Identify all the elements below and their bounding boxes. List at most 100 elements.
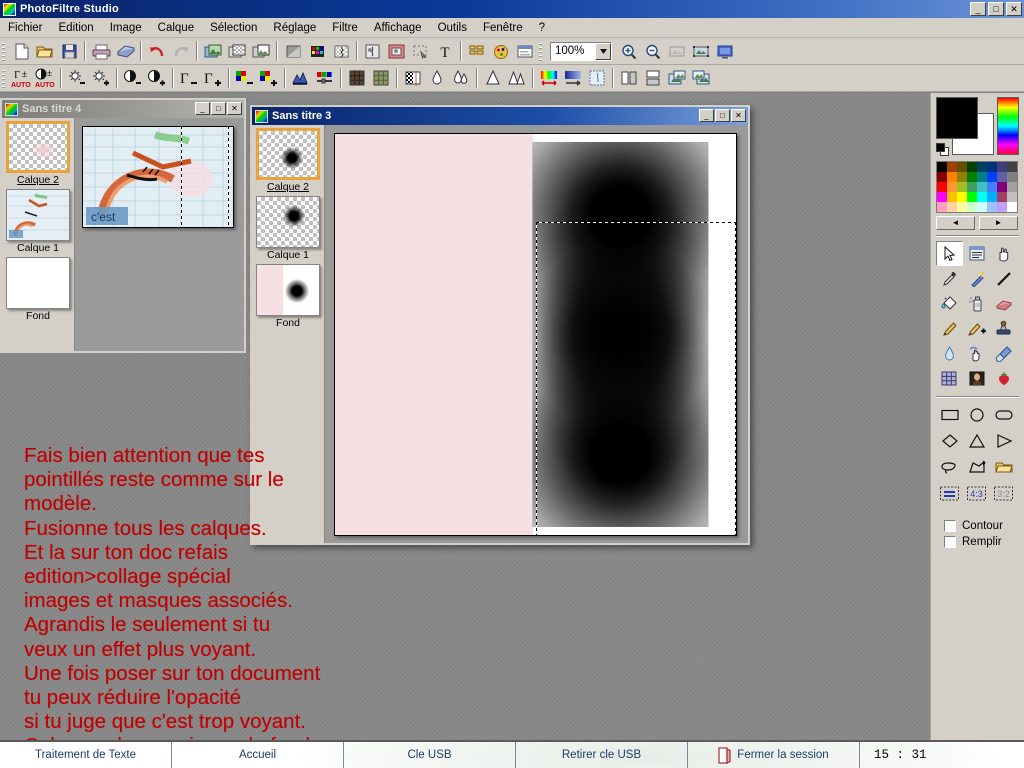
minimize-button[interactable]: _	[195, 102, 210, 115]
color-swatch[interactable]	[987, 182, 997, 192]
remplir-checkbox-row[interactable]: Remplir	[936, 536, 1019, 548]
taskbar-item-cle-usb[interactable]: Cle USB	[344, 742, 516, 768]
color-swatch[interactable]	[997, 172, 1007, 182]
menu-outils[interactable]: Outils	[430, 20, 475, 36]
screen-capture-icon[interactable]	[963, 241, 990, 266]
ratio-3-2-icon[interactable]: 3:2	[990, 480, 1017, 506]
color-swatch-grid[interactable]	[936, 161, 1018, 213]
transparency-icon[interactable]	[329, 40, 353, 63]
toolbar-grip[interactable]	[1, 41, 7, 61]
color-swatch[interactable]	[937, 162, 947, 172]
color-swatch[interactable]	[1007, 162, 1017, 172]
taskbar-item-retirer-cle-usb[interactable]: Retirer cle USB	[516, 742, 688, 768]
selection-icon[interactable]	[409, 40, 433, 63]
color-swatch[interactable]	[997, 192, 1007, 202]
color-swatch[interactable]	[957, 172, 967, 182]
gradient-mask-icon[interactable]	[401, 67, 425, 90]
ratio-free-icon[interactable]	[936, 480, 963, 506]
maximize-button[interactable]: □	[211, 102, 226, 115]
auto-contrast-icon[interactable]: ± AUTO	[33, 67, 57, 90]
menu-image[interactable]: Image	[102, 20, 150, 36]
canvas-pane[interactable]: c'est	[74, 118, 244, 351]
print-icon[interactable]	[89, 40, 113, 63]
menu-selection[interactable]: Sélection	[202, 20, 265, 36]
document-canvas[interactable]: c'est	[82, 126, 234, 228]
document-window-sans-titre-4[interactable]: Sans titre 4 _ □ ✕ Calque 2 Calque 1 Fon…	[0, 98, 246, 353]
eraser-icon[interactable]	[990, 291, 1017, 316]
menu-affichage[interactable]: Affichage	[366, 20, 430, 36]
color-swatch[interactable]	[947, 182, 957, 192]
layer-thumbnail[interactable]	[256, 128, 320, 180]
strawberry-stamp-icon[interactable]	[990, 366, 1017, 391]
magic-wand-icon[interactable]	[963, 266, 990, 291]
color-swatch[interactable]	[937, 172, 947, 182]
broom-clean-icon[interactable]	[990, 341, 1017, 366]
color-swatch[interactable]	[987, 172, 997, 182]
color-swatch[interactable]	[937, 182, 947, 192]
color-swatch[interactable]	[1007, 172, 1017, 182]
gamma-up-icon[interactable]: Γ	[201, 67, 225, 90]
color-swatch[interactable]	[987, 162, 997, 172]
default-colors-icon[interactable]	[936, 143, 950, 157]
color-swatch[interactable]	[1007, 182, 1017, 192]
color-swatch[interactable]	[977, 172, 987, 182]
layer-thumbnail[interactable]	[256, 196, 320, 248]
scanner-icon[interactable]	[113, 40, 137, 63]
eyedropper-icon[interactable]	[936, 266, 963, 291]
minimize-button[interactable]: _	[699, 109, 714, 122]
layer-item-fond[interactable]: Fond	[4, 257, 72, 322]
contour-checkbox[interactable]	[944, 520, 956, 532]
color-swatch[interactable]	[947, 172, 957, 182]
taskbar-item-accueil[interactable]: Accueil	[172, 742, 344, 768]
color-palette-icon[interactable]	[305, 40, 329, 63]
flip-vertical-icon[interactable]	[641, 67, 665, 90]
toolbar-grip-2[interactable]	[538, 41, 544, 61]
color-swatch[interactable]	[967, 182, 977, 192]
color-swatch[interactable]	[1007, 192, 1017, 202]
close-button[interactable]: ✕	[1006, 2, 1022, 16]
lasso-shape-icon[interactable]	[936, 454, 963, 480]
brightness-down-icon[interactable]	[65, 67, 89, 90]
layer-thumbnail[interactable]	[6, 189, 70, 241]
zoom-level-combo[interactable]: 100%	[550, 41, 612, 61]
color-swatch[interactable]	[937, 202, 947, 212]
gamma-down-icon[interactable]: Γ	[177, 67, 201, 90]
toolbar-grip-3[interactable]	[1, 68, 7, 88]
palette-next-button[interactable]: ►	[979, 216, 1018, 230]
hue-shift-icon[interactable]	[537, 67, 561, 90]
rectangle-shape-icon[interactable]	[936, 402, 963, 428]
flip-horizontal-icon[interactable]	[617, 67, 641, 90]
fullscreen-icon[interactable]	[713, 40, 737, 63]
text-tool-icon[interactable]: T	[433, 40, 457, 63]
image-effect-icon[interactable]	[361, 40, 385, 63]
fit-screen-icon[interactable]	[665, 40, 689, 63]
color-swatch[interactable]	[967, 202, 977, 212]
line-tool-icon[interactable]	[990, 266, 1017, 291]
taskbar-item-fermer-la-session[interactable]: Fermer la session	[688, 742, 860, 768]
sharpen-more-icon[interactable]	[505, 67, 529, 90]
color-wheel-icon[interactable]	[489, 40, 513, 63]
pointer-arrow-icon[interactable]	[936, 241, 963, 266]
contrast-down-icon[interactable]	[121, 67, 145, 90]
layer-item-calque-2[interactable]: Calque 2	[4, 121, 72, 186]
saturation-up-icon[interactable]	[257, 67, 281, 90]
rotate-right-icon[interactable]	[689, 67, 713, 90]
contour-checkbox-row[interactable]: Contour	[936, 520, 1019, 532]
image-frame-icon[interactable]	[385, 40, 409, 63]
taskbar-item-traitement-de-texte[interactable]: Traitement de Texte	[0, 742, 172, 768]
zoom-out-icon[interactable]	[641, 40, 665, 63]
layer-item-calque-2[interactable]: Calque 2	[254, 128, 322, 193]
menu-edition[interactable]: Edition	[51, 20, 102, 36]
color-swatch[interactable]	[987, 192, 997, 202]
save-disk-icon[interactable]	[57, 40, 81, 63]
paint-bucket-icon[interactable]	[936, 291, 963, 316]
color-swatch[interactable]	[957, 162, 967, 172]
color-swatch[interactable]	[957, 202, 967, 212]
triangle-shape-icon[interactable]	[963, 428, 990, 454]
palette-prev-button[interactable]: ◄	[936, 216, 975, 230]
maximize-button[interactable]: □	[715, 109, 730, 122]
hand-pan-icon[interactable]	[990, 241, 1017, 266]
image-mask-icon[interactable]	[225, 40, 249, 63]
color-swatch[interactable]	[1007, 202, 1017, 212]
duplicate-image-icon[interactable]	[201, 40, 225, 63]
